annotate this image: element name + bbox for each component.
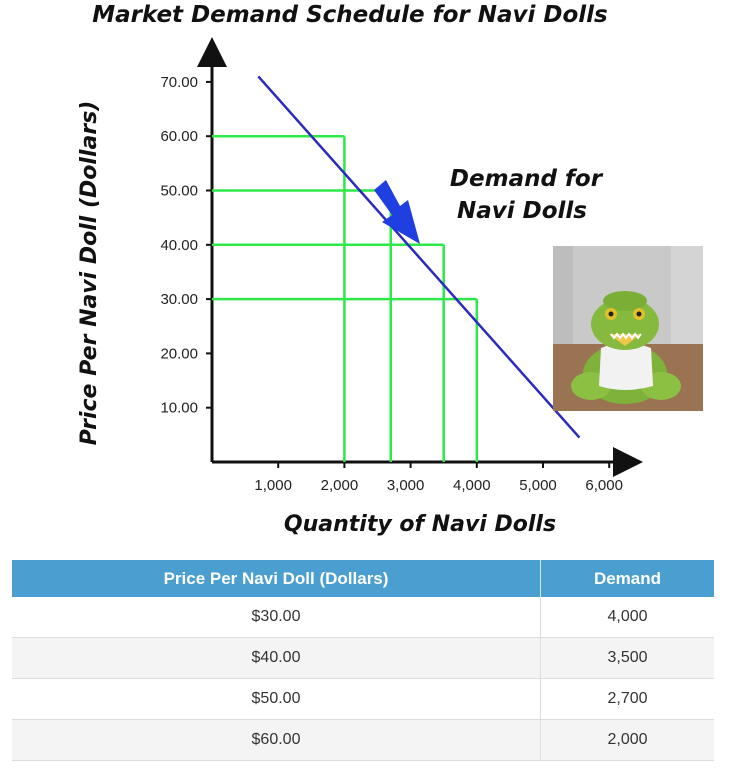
- demand-cell: 4,000: [540, 597, 714, 638]
- y-tick-label: 20.00: [160, 345, 198, 362]
- demand-line: [257, 75, 581, 439]
- table-row: $50.00 2,700: [12, 678, 714, 720]
- doll-photo: [553, 246, 703, 411]
- price-cell: $60.00: [12, 719, 541, 761]
- y-tick-label: 60.00: [160, 128, 198, 145]
- header-demand: Demand: [540, 560, 714, 597]
- header-price: Price Per Navi Doll (Dollars): [12, 560, 541, 597]
- demand-arrow-icon: [374, 180, 420, 244]
- x-tick-label: 1,000: [254, 477, 292, 494]
- annotation-line-2: Navi Dolls: [457, 198, 587, 224]
- y-tick-label: 30.00: [160, 291, 198, 308]
- price-cell: $40.00: [12, 637, 541, 679]
- table-header-row: Price Per Navi Doll (Dollars) Demand: [12, 560, 714, 597]
- y-tick-label: 70.00: [160, 74, 198, 91]
- x-tick-label: 6,000: [585, 477, 623, 494]
- price-cell: $30.00: [12, 597, 541, 638]
- y-tick-label: 10.00: [160, 400, 198, 417]
- y-tick-label: 50.00: [160, 183, 198, 200]
- x-tick-label: 2,000: [321, 477, 359, 494]
- table-row: $60.00 2,000: [12, 719, 714, 761]
- x-tick-label: 4,000: [453, 477, 491, 494]
- table-row: $40.00 3,500: [12, 637, 714, 679]
- x-axis-title: Quantity of Navi Dolls: [284, 512, 556, 537]
- y-axis-title: Price Per Navi Doll (Dollars): [77, 101, 102, 446]
- demand-cell: 2,000: [540, 719, 714, 761]
- price-cell: $50.00: [12, 678, 541, 720]
- annotation-line-1: Demand for: [450, 166, 604, 192]
- x-tick-label: 3,000: [387, 477, 425, 494]
- demand-cell: 3,500: [540, 637, 714, 679]
- demand-cell: 2,700: [540, 678, 714, 720]
- table-row: $30.00 4,000: [12, 597, 714, 638]
- demand-schedule-table: Price Per Navi Doll (Dollars) Demand $30…: [12, 560, 714, 761]
- x-tick-label: 5,000: [519, 477, 557, 494]
- y-tick-label: 40.00: [160, 237, 198, 254]
